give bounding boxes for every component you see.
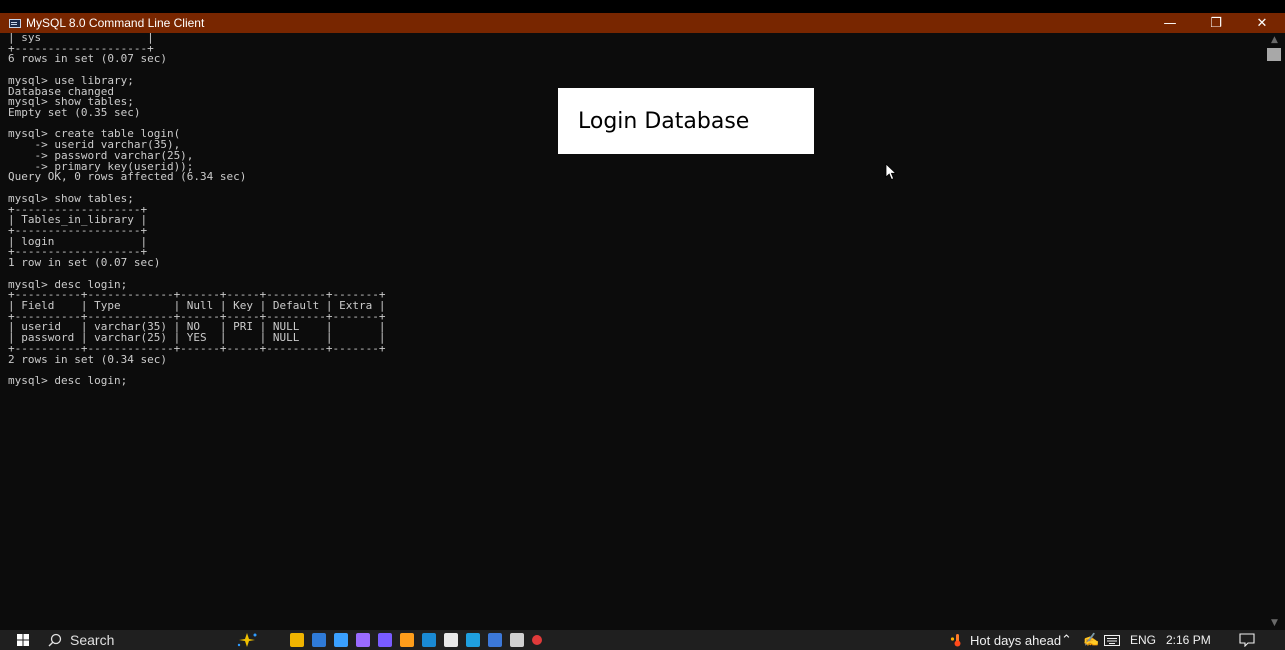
taskbar-app-7-icon[interactable] <box>422 630 436 650</box>
search-icon <box>48 633 62 647</box>
taskbar-app-glyph <box>510 633 524 647</box>
notifications-icon[interactable] <box>1239 630 1255 650</box>
taskbar-app-glyph <box>400 633 414 647</box>
taskbar-app-2-icon[interactable] <box>312 630 326 650</box>
taskbar-app-4-icon[interactable] <box>356 630 370 650</box>
taskbar-app-glyph <box>356 633 370 647</box>
show-hidden-icons-chevron-icon[interactable]: ⌃ <box>1061 630 1072 650</box>
taskbar-app-glyph <box>488 633 502 647</box>
windows-logo-icon <box>17 634 29 646</box>
console-scrollbar[interactable]: ▲ ▼ <box>1264 33 1285 630</box>
close-button[interactable]: ✕ <box>1239 13 1285 33</box>
search-label: Search <box>70 632 115 648</box>
window-titlebar[interactable]: MySQL 8.0 Command Line Client — ❐ ✕ <box>0 13 1285 33</box>
taskbar-app-glyph <box>466 633 480 647</box>
login-database-label: Login Database <box>558 88 814 154</box>
minimize-button[interactable]: — <box>1147 13 1193 33</box>
weather-widget[interactable]: Hot days ahead <box>950 630 1061 650</box>
taskbar-app-glyph <box>378 633 392 647</box>
window-controls: — ❐ ✕ <box>1147 13 1285 33</box>
taskbar-app-glyph <box>290 633 304 647</box>
top-edge <box>0 0 1285 13</box>
taskbar-app-glyph <box>422 633 436 647</box>
taskbar-app-8-icon[interactable] <box>444 630 458 650</box>
taskbar-app-glyph <box>444 633 458 647</box>
taskbar-app-9-icon[interactable] <box>466 630 480 650</box>
restore-button[interactable]: ❐ <box>1193 13 1239 33</box>
language-indicator[interactable]: ENG <box>1130 630 1156 650</box>
taskbar-app-1-icon[interactable] <box>290 630 304 650</box>
widgets-sparkle-icon[interactable] <box>236 630 258 650</box>
thermometer-icon <box>950 634 961 647</box>
taskbar-app-3-icon[interactable] <box>334 630 348 650</box>
taskbar-app-glyph <box>312 633 326 647</box>
console-text: | sys | +--------------------+ 6 rows in… <box>8 33 386 387</box>
pen-icon[interactable]: ✍ <box>1083 630 1099 650</box>
taskbar-search[interactable]: Search <box>48 630 228 650</box>
console-app-icon[interactable] <box>9 18 21 28</box>
scroll-thumb[interactable] <box>1267 48 1281 61</box>
taskbar-app-6-icon[interactable] <box>400 630 414 650</box>
taskbar-app-12-icon[interactable] <box>532 630 542 650</box>
login-database-label-text: Login Database <box>578 108 750 134</box>
clock[interactable]: 2:16 PM <box>1166 630 1211 650</box>
weather-text: Hot days ahead <box>970 632 1062 648</box>
touch-keyboard-icon[interactable] <box>1104 630 1120 650</box>
scroll-down-arrow-icon[interactable]: ▼ <box>1264 616 1285 630</box>
start-button[interactable] <box>14 630 32 650</box>
window-title: MySQL 8.0 Command Line Client <box>26 16 205 30</box>
mouse-cursor-icon <box>885 163 897 181</box>
taskbar-app-5-icon[interactable] <box>378 630 392 650</box>
scroll-up-arrow-icon[interactable]: ▲ <box>1264 33 1285 47</box>
taskbar-app-glyph <box>532 635 542 645</box>
taskbar: Search Hot days ahead ⌃ ✍ ENG 2:16 PM <box>0 630 1285 650</box>
taskbar-app-glyph <box>334 633 348 647</box>
taskbar-app-10-icon[interactable] <box>488 630 502 650</box>
taskbar-app-11-icon[interactable] <box>510 630 524 650</box>
